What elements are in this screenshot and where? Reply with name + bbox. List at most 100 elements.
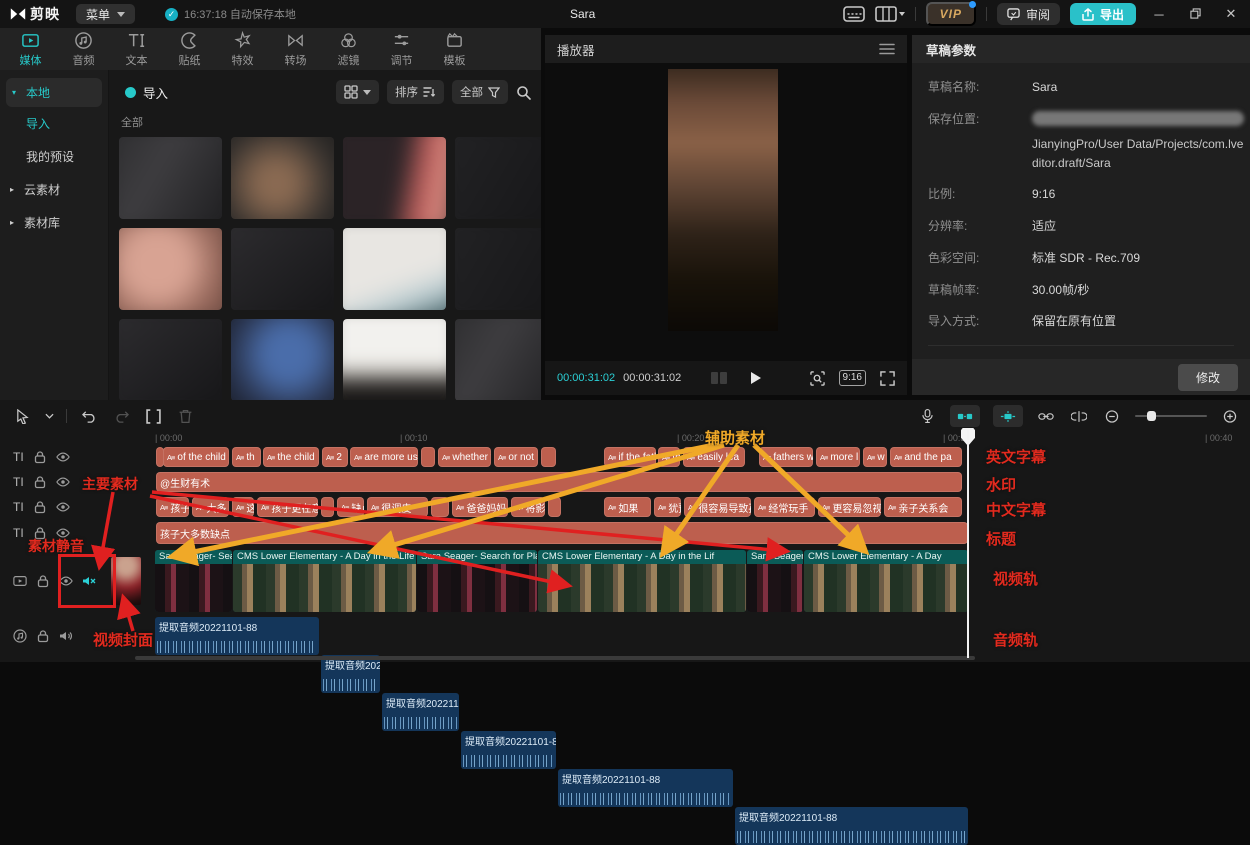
media-thumbnail[interactable] xyxy=(119,319,222,400)
timeline-scrollbar[interactable] xyxy=(135,656,975,660)
zh-subtitles-clip[interactable]: A≡这 xyxy=(232,497,254,517)
lock-icon[interactable] xyxy=(33,500,47,514)
audio-clip[interactable]: 提取音频20221101-88 xyxy=(382,693,459,731)
en-subtitles-clip[interactable]: A≡whether t xyxy=(438,447,491,467)
tab-text[interactable]: 文本 xyxy=(110,31,163,68)
tab-adjust[interactable]: 调节 xyxy=(375,31,428,68)
audio-clip[interactable]: 提取音频20221101-88 xyxy=(735,807,968,845)
shortcut-keyboard-icon[interactable] xyxy=(843,6,865,22)
audio-clip[interactable]: 提取音频20221101-88 xyxy=(461,731,556,769)
en-subtitles-clip[interactable]: A≡easily lea xyxy=(683,447,745,467)
tab-transitions[interactable]: 转场 xyxy=(269,31,322,68)
import-button[interactable]: 导入 xyxy=(119,82,174,103)
play-button[interactable] xyxy=(751,372,761,384)
media-thumbnail[interactable] xyxy=(343,228,446,310)
tab-media[interactable]: 媒体 xyxy=(4,31,57,68)
videotrack-icon[interactable] xyxy=(13,574,27,588)
tab-sticker[interactable]: 贴纸 xyxy=(163,31,216,68)
lock-icon[interactable] xyxy=(33,475,47,489)
video-cover-thumbnail[interactable] xyxy=(111,557,141,605)
lock-icon[interactable] xyxy=(33,450,47,464)
tab-filters[interactable]: 滤镜 xyxy=(322,31,375,68)
sidebar-item[interactable]: ▾本地 xyxy=(6,78,102,107)
window-restore-button[interactable] xyxy=(1182,6,1208,23)
media-thumbnail[interactable] xyxy=(231,137,334,219)
en-subtitles-clip[interactable]: A≡the child xyxy=(263,447,319,467)
eye-icon[interactable] xyxy=(56,526,70,540)
zh-subtitles-clip[interactable] xyxy=(548,497,561,517)
zh-subtitles-clip[interactable]: A≡孩子更在意 xyxy=(257,497,318,517)
zh-subtitles-clip[interactable]: A≡孩子 xyxy=(156,497,189,517)
eye-icon[interactable] xyxy=(56,500,70,514)
review-button[interactable]: 审阅 xyxy=(997,3,1060,25)
tab-templates[interactable]: 模板 xyxy=(428,31,481,68)
title-clip[interactable]: 孩子大多数缺点 xyxy=(156,522,968,544)
en-subtitles-clip[interactable]: A≡of the child xyxy=(163,447,229,467)
fullscreen-icon[interactable] xyxy=(880,371,895,386)
zh-subtitles-clip[interactable]: A≡亲子关系会 xyxy=(884,497,962,517)
zh-subtitles-clip[interactable] xyxy=(321,497,334,517)
media-thumbnail[interactable] xyxy=(455,228,541,310)
en-subtitles-clip[interactable]: A≡w xyxy=(863,447,887,467)
mute-icon[interactable] xyxy=(82,574,96,588)
video-clip[interactable]: Sara Seager- Search for Pla xyxy=(417,550,537,612)
player-menu-icon[interactable] xyxy=(879,43,895,55)
video-clip[interactable]: CMS Lower Elementary - A Day in the Life xyxy=(233,550,416,612)
video-preview[interactable] xyxy=(668,69,778,331)
en-subtitles-clip[interactable] xyxy=(541,447,556,467)
window-minimize-button[interactable]: ─ xyxy=(1146,6,1172,23)
media-thumbnail[interactable] xyxy=(455,319,541,400)
search-icon[interactable] xyxy=(516,85,531,100)
eye-icon[interactable] xyxy=(59,574,73,588)
zh-subtitles-clip[interactable]: A≡缺点 xyxy=(337,497,364,517)
audiotrack-icon[interactable] xyxy=(13,629,27,643)
menu-button[interactable]: 菜单 xyxy=(76,4,135,24)
layout-switch-icon[interactable] xyxy=(875,6,905,22)
en-subtitles-clip[interactable]: A≡and the pa xyxy=(890,447,962,467)
export-button[interactable]: 导出 xyxy=(1070,3,1136,25)
media-thumbnail[interactable] xyxy=(119,137,222,219)
tab-audio[interactable]: 音频 xyxy=(57,31,110,68)
sort-button[interactable]: 排序 xyxy=(387,80,444,104)
watermark-clip[interactable]: @生财有术 xyxy=(156,472,962,492)
text-track-icon[interactable]: TI xyxy=(13,450,24,464)
media-thumbnail[interactable] xyxy=(455,137,541,219)
zh-subtitles-clip[interactable]: A≡经常玩手 xyxy=(754,497,815,517)
window-close-button[interactable]: ✕ xyxy=(1218,5,1244,23)
en-subtitles-clip[interactable]: A≡th xyxy=(232,447,261,467)
en-subtitles-clip[interactable]: A≡if the fath xyxy=(604,447,656,467)
sidebar-item[interactable]: ▸素材库 xyxy=(0,206,108,239)
quality-icon[interactable] xyxy=(711,372,727,384)
sidebar-item[interactable]: 我的预设 xyxy=(0,140,108,173)
en-subtitles-clip[interactable] xyxy=(421,447,435,467)
zh-subtitles-clip[interactable]: A≡如果 xyxy=(604,497,651,517)
tab-effects[interactable]: 特效 xyxy=(216,31,269,68)
en-subtitles-clip[interactable]: A≡2 xyxy=(322,447,348,467)
sidebar-item[interactable]: ▸云素材 xyxy=(0,173,108,206)
media-thumbnail[interactable] xyxy=(343,319,446,400)
lock-icon[interactable] xyxy=(36,574,50,588)
en-subtitles-clip[interactable]: A≡or not xyxy=(494,447,538,467)
zh-subtitles-clip[interactable]: A≡爸爸妈妈 xyxy=(452,497,508,517)
zh-subtitles-clip[interactable]: A≡犹豫 xyxy=(654,497,681,517)
zh-subtitles-clip[interactable] xyxy=(431,497,449,517)
filter-button[interactable]: 全部 xyxy=(452,80,508,104)
zh-subtitles-clip[interactable]: A≡很容易导致孩子 xyxy=(684,497,751,517)
zh-subtitles-clip[interactable]: A≡大多 xyxy=(192,497,229,517)
video-clip[interactable]: CMS Lower Elementary - A Day in the Lif xyxy=(538,550,746,612)
video-clip[interactable]: Sara Seager- xyxy=(747,550,803,612)
text-track-icon[interactable]: TI xyxy=(13,526,24,540)
view-mode-button[interactable] xyxy=(336,80,379,104)
zh-subtitles-clip[interactable]: A≡很调皮 xyxy=(367,497,428,517)
en-subtitles-clip[interactable]: A≡fathers w xyxy=(759,447,813,467)
media-thumbnail[interactable] xyxy=(119,228,222,310)
text-track-icon[interactable]: TI xyxy=(13,500,24,514)
eye-icon[interactable] xyxy=(56,475,70,489)
modify-button[interactable]: 修改 xyxy=(1178,364,1238,391)
lock-icon[interactable] xyxy=(33,526,47,540)
playhead-line[interactable] xyxy=(967,430,969,658)
en-subtitles-clip[interactable]: A≡more l xyxy=(816,447,860,467)
vip-button[interactable]: VIP xyxy=(926,2,976,26)
media-thumbnail[interactable] xyxy=(231,228,334,310)
video-clip[interactable]: CMS Lower Elementary - A Day xyxy=(804,550,968,612)
